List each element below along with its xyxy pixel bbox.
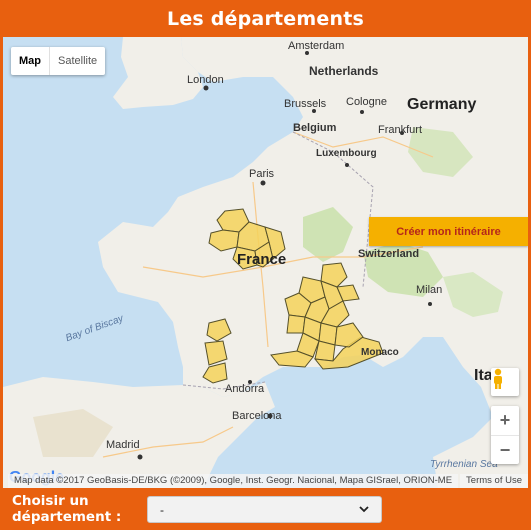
- map-attribution: Map data ©2017 GeoBasis-DE/BKG (©2009), …: [3, 474, 528, 488]
- map-type-map-button[interactable]: Map: [11, 47, 50, 75]
- label-cologne: Cologne: [346, 96, 387, 108]
- label-bay-of-biscay: Bay of Biscay: [64, 313, 126, 344]
- label-amsterdam: Amsterdam: [288, 40, 344, 52]
- label-luxembourg: Luxembourg: [316, 148, 377, 159]
- label-barcelona: Barcelona: [232, 410, 282, 422]
- label-germany: Germany: [407, 96, 476, 113]
- terms-of-use-link[interactable]: Terms of Use: [460, 474, 528, 488]
- footer-bar: Choisir un département : -: [0, 488, 531, 530]
- department-select-label: Choisir un département :: [12, 493, 122, 525]
- street-view-pegman[interactable]: [491, 368, 519, 396]
- label-netherlands: Netherlands: [309, 64, 379, 78]
- pegman-icon: [494, 368, 502, 389]
- page-frame: Les départements Amsterdam Netherlands L…: [0, 0, 531, 530]
- attribution-text: Map data ©2017 GeoBasis-DE/BKG (©2009), …: [8, 474, 459, 488]
- department-select-value: -: [160, 502, 164, 517]
- map-type-satellite-button[interactable]: Satellite: [50, 47, 105, 75]
- label-brussels: Brussels: [284, 98, 327, 110]
- label-switzerland: Switzerland: [358, 248, 419, 260]
- label-paris: Paris: [249, 168, 275, 180]
- label-andorra: Andorra: [225, 383, 265, 395]
- department-select[interactable]: -: [147, 496, 382, 523]
- map-type-control[interactable]: Map Satellite: [11, 47, 106, 75]
- label-frankfurt: Frankfurt: [378, 124, 422, 136]
- zoom-out-button[interactable]: −: [491, 436, 519, 465]
- label-monaco: Monaco: [361, 347, 399, 358]
- label-france: France: [237, 251, 286, 268]
- label-madrid: Madrid: [106, 439, 140, 451]
- department-shape: [314, 340, 336, 362]
- label-tyrrhenian-sea: Tyrrhenian Sea: [430, 459, 498, 470]
- department-shape: [286, 314, 306, 334]
- page-title: Les départements: [167, 7, 364, 30]
- zoom-control[interactable]: + −: [491, 406, 519, 464]
- label-belgium: Belgium: [293, 122, 337, 134]
- label-milan: Milan: [416, 284, 442, 296]
- map-canvas[interactable]: Amsterdam Netherlands London Germany Bru…: [3, 37, 528, 488]
- map-base: Amsterdam Netherlands London Germany Bru…: [3, 37, 528, 488]
- label-london: London: [187, 74, 224, 86]
- create-itinerary-button[interactable]: Créer mon itinéraire: [369, 217, 528, 246]
- chevron-down-icon: [359, 506, 369, 513]
- zoom-in-button[interactable]: +: [491, 406, 519, 436]
